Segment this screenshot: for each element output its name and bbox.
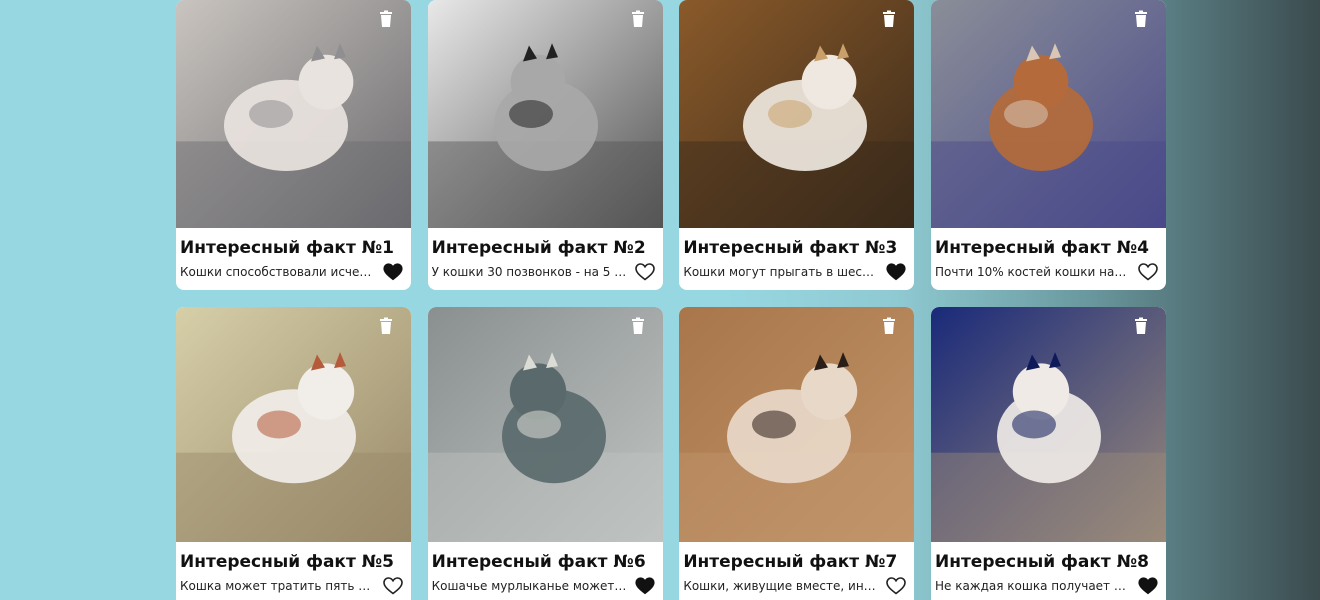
card-text: Кошки, живущие вместе, иногда	[683, 579, 880, 593]
cat-photo	[176, 307, 411, 542]
heart-icon[interactable]	[886, 263, 906, 281]
fact-card: Интересный факт №6 Кошачье мурлыканье мо…	[427, 307, 663, 600]
cards-grid: Интересный факт №1 Кошки способствовали …	[176, 0, 1166, 600]
trash-icon[interactable]	[377, 317, 395, 335]
heart-icon[interactable]	[634, 263, 655, 281]
fact-card: Интересный факт №7 Кошки, живущие вместе…	[679, 307, 915, 600]
heart-icon[interactable]	[635, 577, 655, 595]
fact-card: Интересный факт №4 Почти 10% костей кошк…	[930, 0, 1166, 290]
card-title: Интересный факт №8	[934, 552, 1149, 572]
cat-photo	[930, 0, 1166, 228]
cat-photo	[427, 307, 663, 542]
card-title: Интересный факт №4	[934, 238, 1149, 258]
trash-icon[interactable]	[1132, 10, 1150, 28]
trash-icon[interactable]	[880, 317, 898, 335]
fact-card: Интересный факт №8 Не каждая кошка получ…	[930, 307, 1166, 600]
trash-icon[interactable]	[1132, 317, 1150, 335]
card-text: Почти 10% костей кошки находится	[934, 265, 1131, 279]
cat-photo	[176, 0, 411, 228]
trash-icon[interactable]	[377, 10, 395, 28]
fact-card: Интересный факт №2 У кошки 30 позвонков …	[427, 0, 663, 290]
fact-card: Интересный факт №3 Кошки могут прыгать в…	[679, 0, 915, 290]
heart-icon[interactable]	[383, 263, 403, 281]
trash-icon[interactable]	[629, 317, 647, 335]
cat-photo	[679, 0, 915, 228]
card-text: Кошки могут прыгать в шесть раз	[683, 265, 879, 279]
fact-card: Интересный факт №5 Кошка может тратить п…	[176, 307, 411, 600]
card-text: Кошка может тратить пять и более	[180, 579, 376, 593]
card-text: Не каждая кошка получает "кайф"	[934, 579, 1131, 593]
card-title: Интересный факт №3	[683, 238, 898, 258]
heart-icon[interactable]	[886, 577, 907, 595]
card-title: Интересный факт №5	[180, 552, 395, 572]
trash-icon[interactable]	[880, 10, 898, 28]
card-title: Интересный факт №7	[683, 552, 898, 572]
heart-icon[interactable]	[1138, 263, 1158, 281]
card-title: Интересный факт №6	[431, 552, 646, 572]
cat-photo	[679, 307, 915, 542]
trash-icon[interactable]	[629, 10, 647, 28]
fact-card: Интересный факт №1 Кошки способствовали …	[176, 0, 411, 290]
card-title: Интересный факт №1	[180, 238, 395, 258]
cat-photo	[930, 307, 1166, 542]
heart-icon[interactable]	[1138, 577, 1158, 595]
cat-photo	[427, 0, 663, 228]
card-title: Интересный факт №2	[431, 238, 646, 258]
heart-icon[interactable]	[383, 577, 403, 595]
card-text: У кошки 30 позвонков - на 5 больше	[431, 265, 628, 279]
card-text: Кошки способствовали исчезновению	[180, 265, 376, 279]
card-text: Кошачье мурлыканье может быть	[431, 579, 628, 593]
